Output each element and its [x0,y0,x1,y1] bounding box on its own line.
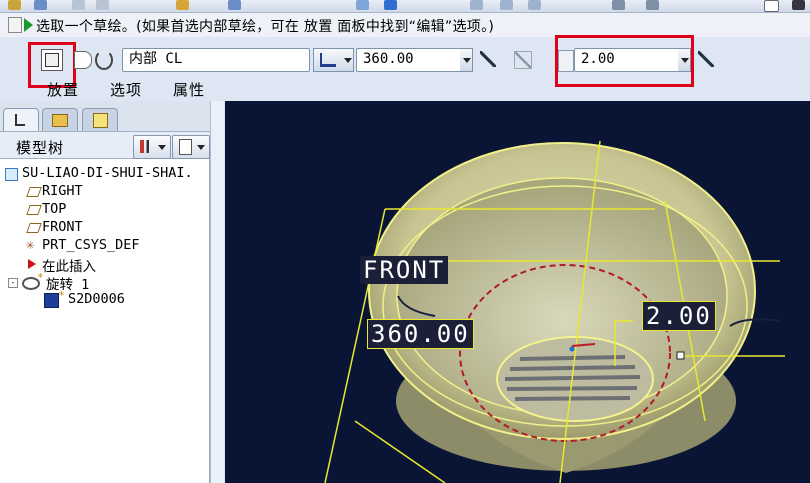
list-icon [179,139,192,155]
message-line: 选取一个草绘。(如果首选内部草绘，可在 放置 面板中找到“编辑”选项。) [0,13,810,37]
csys-icon: ✳ [26,237,35,253]
front-datum-label[interactable]: FRONT [360,256,449,284]
tree-icon [15,114,25,126]
graphics-viewport[interactable]: FRONT 360.00 2.00 [225,101,810,483]
tab-folder-browser[interactable] [42,108,78,131]
angle-type-dropdown[interactable] [341,48,354,72]
zoom-out-icon[interactable] [500,0,513,10]
revolve-preview [324,140,785,483]
angle-dimension-label[interactable]: 360.00 [367,319,474,349]
tab-options[interactable]: 选项 [110,79,142,100]
axis-icon[interactable] [95,50,113,70]
navigator-splitter[interactable] [210,101,224,483]
settings-icon[interactable] [792,0,805,10]
datum-plane-icon [26,223,42,233]
part-icon [5,168,18,181]
model-tree-title: 模型树 [16,139,65,157]
sketch-field[interactable]: 内部 CL [122,48,310,72]
tab-placement[interactable]: 放置 [47,79,79,100]
favorites-icon [93,113,108,128]
surface-icon[interactable] [74,51,92,69]
chevron-down-icon [158,145,166,150]
save-icon[interactable] [8,0,21,10]
flip-thickness-icon[interactable] [698,51,714,67]
top-toolbar [0,0,810,13]
tab-favorites[interactable] [82,108,118,131]
model-tree: SU-LIAO-DI-SHUI-SHAI. RIGHT TOP FRONT ✳ … [0,159,210,483]
paste-icon[interactable] [96,0,109,10]
datum-plane-icon [26,187,42,197]
redo-icon[interactable] [228,0,241,10]
sketch-icon [44,293,59,308]
view-icon[interactable] [384,0,397,10]
highlight-thickness [555,35,694,87]
copy-icon[interactable] [72,0,85,10]
revolve-dashboard: 内部 CL 360.00 2.00 放置 选项 属性 [0,35,810,101]
thickness-dimension-label[interactable]: 2.00 [642,301,716,331]
tab-properties[interactable]: 属性 [173,79,205,100]
tree-show-button[interactable] [172,135,210,159]
tools-icon [140,140,152,153]
display-icon[interactable] [646,0,659,10]
prompt-arrow-icon [24,18,33,32]
zoom-in-icon[interactable] [470,0,483,10]
regenerate-icon[interactable] [356,0,369,10]
datum-plane-icon [26,205,42,215]
model-tree-header: 模型树 [0,131,210,159]
tree-settings-button[interactable] [133,135,171,159]
new-feature-star-icon: * [58,289,65,302]
new-feature-star-icon: * [37,271,44,284]
remove-material-icon[interactable] [514,51,532,69]
folder-icon [52,114,68,127]
flip-angle-icon[interactable] [480,51,496,67]
document-icon [8,17,22,33]
orient-icon[interactable] [612,0,625,10]
navigator-tabs [0,103,210,131]
angle-type-button[interactable] [313,48,343,72]
expand-toggle-icon[interactable]: - [8,278,18,288]
prompt-message: 选取一个草绘。(如果首选内部草绘，可在 放置 面板中找到“编辑”选项。) [36,19,495,35]
refit-icon[interactable] [528,0,541,10]
shade-icon[interactable] [764,0,779,12]
chevron-down-icon [197,145,205,150]
paint-icon[interactable] [176,0,189,10]
angle-input[interactable]: 360.00 [356,48,468,72]
angle-dropdown[interactable] [460,48,473,72]
insert-arrow-icon [28,259,36,269]
undo-icon[interactable] [34,0,47,10]
variable-angle-icon [320,53,336,67]
tab-model-tree[interactable] [3,108,39,131]
